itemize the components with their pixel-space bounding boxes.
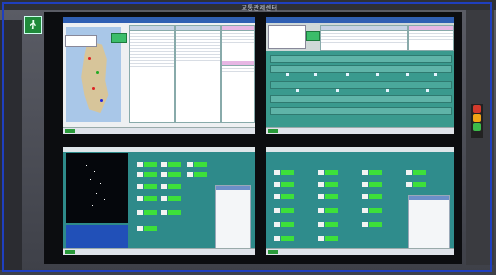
image-frame [2, 2, 492, 272]
